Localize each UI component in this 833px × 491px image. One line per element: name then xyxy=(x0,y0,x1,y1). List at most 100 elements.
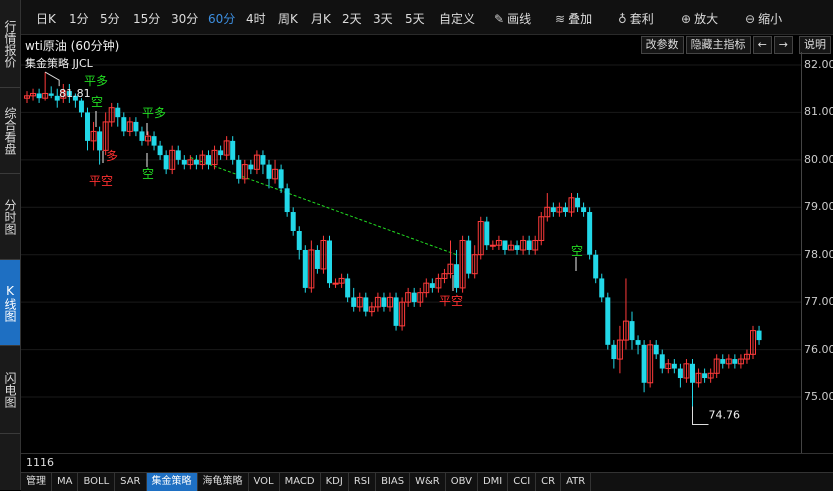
prev-arrow-button[interactable]: ← xyxy=(752,36,772,54)
candle-body xyxy=(175,150,181,160)
change-params-button[interactable]: 改参数 xyxy=(640,36,684,54)
tab-macd[interactable]: MACD xyxy=(280,473,321,491)
tab-manage[interactable]: 管理 xyxy=(21,473,52,491)
candle-body xyxy=(411,292,417,303)
candle-body xyxy=(653,344,659,355)
draw-line-button[interactable]: ✎ 画线 xyxy=(494,10,531,27)
pencil-icon: ✎ xyxy=(494,12,505,26)
low-marker-line xyxy=(692,406,709,425)
candle-body xyxy=(296,231,302,250)
tab-kdj[interactable]: KDJ xyxy=(321,473,349,491)
tab-atr[interactable]: ATR xyxy=(561,473,592,491)
tab-overview[interactable]: 综合看盘 xyxy=(0,88,20,174)
candle-body xyxy=(629,321,635,341)
tab-quotes-label: 行情报价 xyxy=(3,19,17,68)
next-arrow-button[interactable]: → xyxy=(773,36,793,54)
indicator-tab-bar: 管理 MA BOLL SAR 集金策略 海龟策略 VOL MACD KDJ RS… xyxy=(21,472,833,491)
tab-cr[interactable]: CR xyxy=(536,473,562,491)
period-daily[interactable]: 日K xyxy=(36,10,56,27)
zoom-in-button[interactable]: ⊕ 放大 xyxy=(681,10,718,27)
period-5day[interactable]: 5天 xyxy=(405,10,425,27)
period-5min[interactable]: 5分 xyxy=(100,10,120,27)
tab-jjcl[interactable]: 集金策略 xyxy=(146,473,198,491)
candle-body xyxy=(690,363,695,383)
tab-intraday-label: 分时图 xyxy=(3,198,17,235)
price-label: 76.00 xyxy=(804,343,833,356)
candle-body xyxy=(502,240,508,250)
tab-bias[interactable]: BIAS xyxy=(376,473,411,491)
candle-body xyxy=(593,254,599,279)
candle-body xyxy=(302,249,308,288)
kline-chart-area[interactable]: 81.81 74.76 平多空多平空 平多空平空空 wti原油 (60分钟) 集金策略… xyxy=(21,35,833,453)
candle-body xyxy=(489,244,496,247)
candle-body xyxy=(278,169,284,189)
period-2day[interactable]: 2天 xyxy=(342,10,362,27)
period-monthly[interactable]: 月K xyxy=(311,10,331,27)
draw-line-label: 画线 xyxy=(507,12,532,26)
candle-body xyxy=(732,359,738,364)
candle-body xyxy=(381,297,387,307)
candle-body xyxy=(218,150,224,156)
candle-body xyxy=(581,207,587,213)
candle-body xyxy=(720,359,726,364)
signal-label: 空 xyxy=(91,95,103,109)
candle-body xyxy=(248,164,254,170)
candle-body xyxy=(85,112,90,141)
signal-label: 平空 xyxy=(89,174,113,188)
candle-body xyxy=(266,164,272,179)
period-4hour[interactable]: 4时 xyxy=(246,10,266,27)
candle-body xyxy=(284,188,290,213)
candle-body xyxy=(641,344,647,383)
candle-body xyxy=(605,297,611,345)
overlay-button[interactable]: ≋ 叠加 xyxy=(555,10,592,27)
tab-kline[interactable]: K线图 xyxy=(0,260,20,346)
period-3day[interactable]: 3天 xyxy=(373,10,393,27)
period-custom[interactable]: 自定义 xyxy=(439,10,475,27)
tab-obv[interactable]: OBV xyxy=(446,473,478,491)
tab-vol[interactable]: VOL xyxy=(249,473,280,491)
signal-label: 平空 xyxy=(439,294,463,308)
tab-ma[interactable]: MA xyxy=(52,473,79,491)
candle-body xyxy=(454,264,460,288)
period-toolbar: 日K 1分 5分 15分 30分 60分 4时 周K 月K 2天 3天 5天 自… xyxy=(21,0,833,35)
period-weekly[interactable]: 周K xyxy=(278,10,298,27)
bar-count: 1116 xyxy=(26,456,54,469)
price-label: 77.00 xyxy=(804,295,833,308)
tab-dmi[interactable]: DMI xyxy=(478,473,509,491)
low-price-label: 74.76 xyxy=(709,408,741,421)
zoom-out-button[interactable]: ⊖ 缩小 xyxy=(745,10,782,27)
candle-body xyxy=(181,159,187,165)
tab-cci[interactable]: CCI xyxy=(508,473,537,491)
candle-body xyxy=(363,297,369,312)
app-window: 行情报价 综合看盘 分时图 K线图 闪电图 日K 1分 5分 15分 30分 6… xyxy=(0,0,833,491)
tab-quotes[interactable]: 行情报价 xyxy=(0,0,20,88)
period-15min[interactable]: 15分 xyxy=(133,10,160,27)
candle-body xyxy=(429,283,435,288)
tab-rsi[interactable]: RSI xyxy=(349,473,377,491)
candle-body xyxy=(151,136,157,146)
left-tab-bar: 行情报价 综合看盘 分时图 K线图 闪电图 xyxy=(0,0,21,490)
candle-body xyxy=(230,140,236,160)
tab-sar[interactable]: SAR xyxy=(115,473,147,491)
period-30min[interactable]: 30分 xyxy=(171,10,198,27)
candle-body xyxy=(677,368,683,379)
arbitrage-button[interactable]: ♁ 套利 xyxy=(618,10,654,27)
hide-indicator-button[interactable]: 隐藏主指标 xyxy=(685,36,751,54)
candle-body xyxy=(97,131,103,151)
tab-intraday[interactable]: 分时图 xyxy=(0,174,20,260)
candle-body xyxy=(484,221,490,246)
tab-turtle[interactable]: 海龟策略 xyxy=(198,473,249,491)
candle-body xyxy=(48,93,54,96)
tab-flash[interactable]: 闪电图 xyxy=(0,346,20,434)
candle-body xyxy=(514,245,520,250)
tab-boll[interactable]: BOLL xyxy=(78,473,116,491)
period-1min[interactable]: 1分 xyxy=(69,10,89,27)
kline-chart[interactable]: 81.8174.76平多空多平空平多空平空空 xyxy=(21,35,833,453)
candle-body xyxy=(193,159,199,165)
indicator-name: 集金策略 JJCL xyxy=(25,57,93,70)
tab-wr[interactable]: W&R xyxy=(410,473,446,491)
price-label: 78.00 xyxy=(804,248,833,261)
zoom-in-label: 放大 xyxy=(694,12,719,26)
period-60min[interactable]: 60分 xyxy=(208,10,235,27)
signal-label: 空 xyxy=(142,167,154,181)
